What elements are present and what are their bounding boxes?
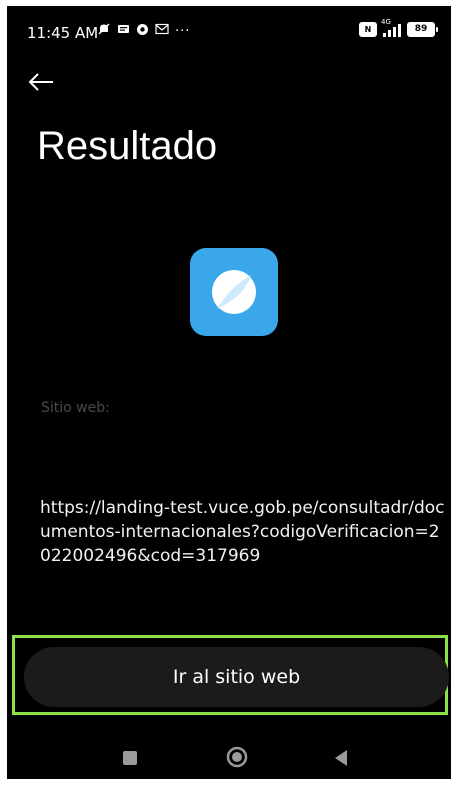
site-label: Sitio web:	[41, 400, 110, 416]
chrome-icon	[136, 23, 149, 40]
battery-icon: 89	[407, 22, 438, 37]
triangle-icon[interactable]	[333, 749, 349, 767]
message-icon	[117, 23, 130, 40]
mail-icon	[155, 23, 169, 39]
phone-screen: 11:45 AM ··· N 4G 89 Resultado Sitio web…	[7, 6, 451, 779]
status-time: 11:45 AM	[27, 24, 99, 42]
square-icon[interactable]	[123, 751, 137, 765]
page-title: Resultado	[37, 124, 218, 168]
status-system-icons: N 4G 89	[359, 18, 438, 37]
network-type: 4G	[381, 17, 391, 26]
arrow-left-icon	[28, 73, 53, 91]
navigation-bar	[7, 716, 451, 779]
status-notification-icons: ···	[97, 22, 190, 40]
signal-icon: 4G	[381, 18, 401, 37]
status-bar: 11:45 AM ··· N 4G 89	[7, 6, 451, 56]
circle-icon[interactable]	[226, 746, 248, 768]
visit-website-button[interactable]: Ir al sitio web	[24, 647, 449, 707]
browser-compass-icon	[190, 248, 278, 336]
bell-muted-icon	[97, 22, 111, 40]
nfc-icon: N	[359, 22, 377, 37]
back-button[interactable]	[27, 64, 67, 100]
more-notifications-icon: ···	[175, 23, 191, 39]
url-text: https://landing-test.vuce.gob.pe/consult…	[40, 498, 445, 566]
